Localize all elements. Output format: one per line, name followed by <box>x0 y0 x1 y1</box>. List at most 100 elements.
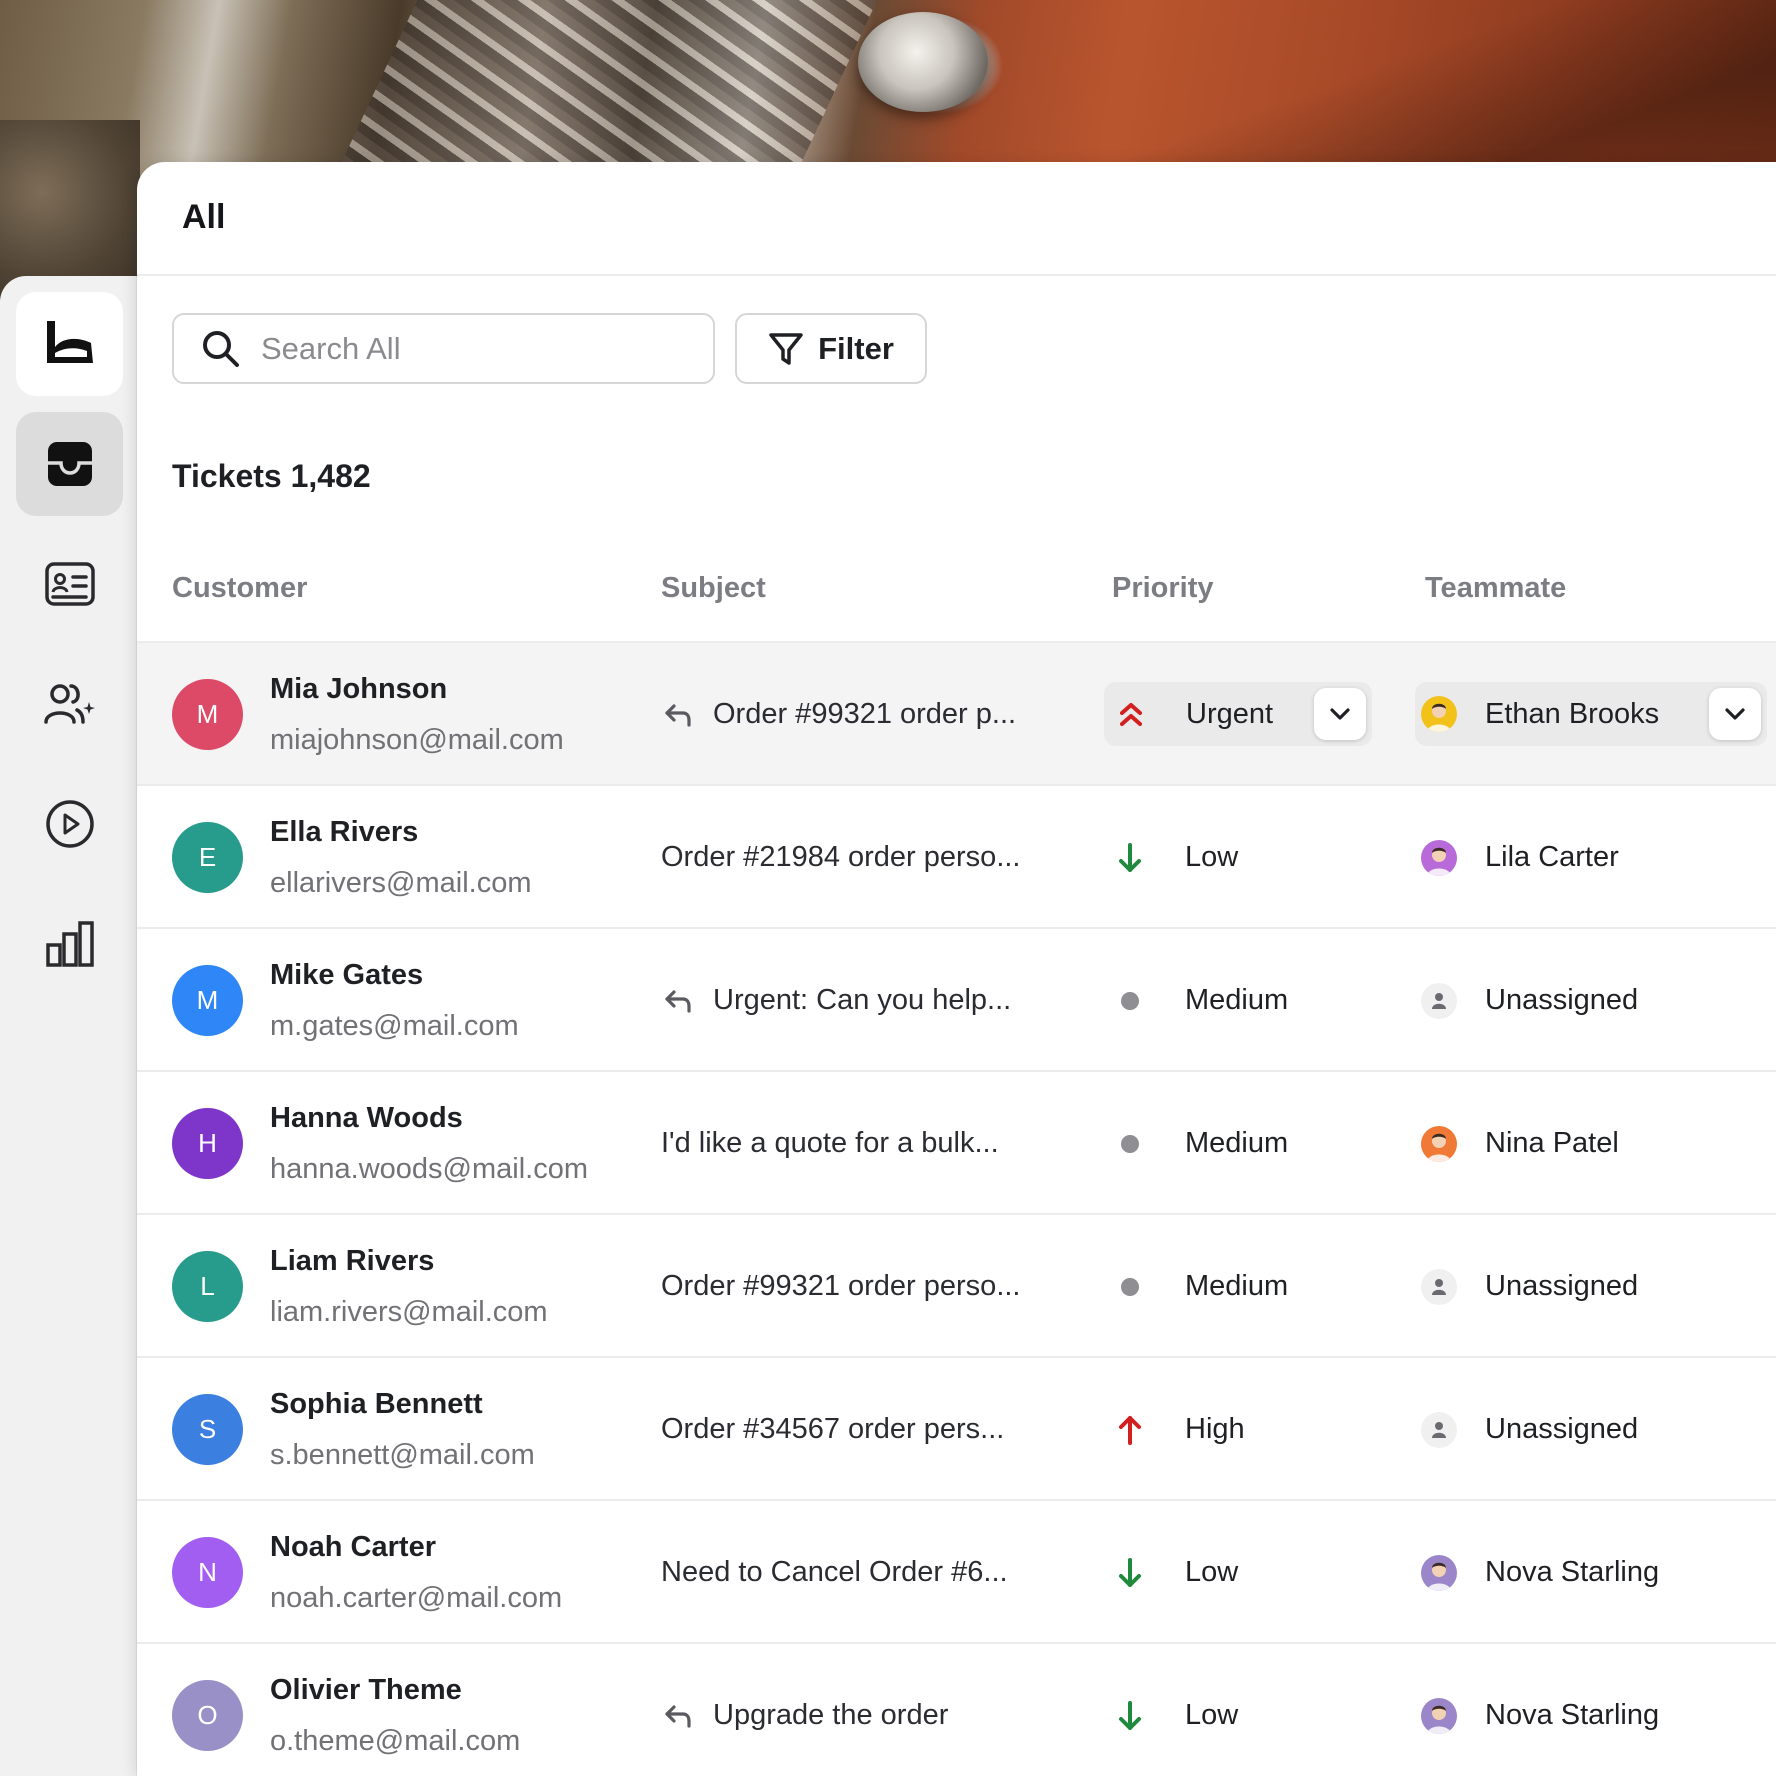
subject-cell[interactable]: Need to Cancel Order #6... <box>661 1501 1008 1644</box>
customer-initial: S <box>198 1414 217 1444</box>
customer-name[interactable]: Hanna Woods <box>270 1102 463 1135</box>
panel-header: All <box>137 162 1776 276</box>
teammate-name: Nina Patel <box>1485 1127 1619 1159</box>
filter-button[interactable]: Filter <box>735 313 927 384</box>
teammate-avatar <box>1421 1554 1457 1591</box>
column-header-teammate[interactable]: Teammate <box>1425 572 1566 605</box>
table-row[interactable]: L Liam Rivers liam.rivers@mail.com Order… <box>137 1215 1776 1358</box>
table-row[interactable]: O Olivier Theme o.theme@mail.com Upgrade… <box>137 1644 1776 1776</box>
chevron-down-icon <box>1330 708 1350 720</box>
teammate-cell: Nova Starling <box>1413 1501 1768 1644</box>
subject-text: Order #21984 order perso... <box>661 841 1021 873</box>
customer-email: ellarivers@mail.com <box>270 867 532 899</box>
subject-cell[interactable]: Upgrade the order <box>661 1644 948 1776</box>
brand-logo-button[interactable] <box>16 292 123 396</box>
customer-name[interactable]: Ella Rivers <box>270 816 418 849</box>
subject-cell[interactable]: I'd like a quote for a bulk... <box>661 1072 999 1215</box>
dot-icon <box>1113 1127 1147 1161</box>
customer-avatar: S <box>172 1394 243 1465</box>
customer-email: miajohnson@mail.com <box>270 724 564 756</box>
customer-avatar: M <box>172 679 243 750</box>
column-header-subject[interactable]: Subject <box>661 572 766 605</box>
subject-text: Upgrade the order <box>713 1699 949 1731</box>
teammate-name: Lila Carter <box>1485 841 1619 873</box>
customer-name[interactable]: Olivier Theme <box>270 1674 462 1707</box>
subject-text: Order #99321 order p... <box>713 698 1017 730</box>
teammate-cell: Unassigned <box>1413 1358 1768 1501</box>
teammate-cell[interactable]: Ethan Brooks <box>1415 682 1767 746</box>
table-row[interactable]: M Mike Gates m.gates@mail.com Urgent: Ca… <box>137 929 1776 1072</box>
subject-text: I'd like a quote for a bulk... <box>661 1127 999 1159</box>
table-row[interactable]: H Hanna Woods hanna.woods@mail.com I'd l… <box>137 1072 1776 1215</box>
search-input[interactable] <box>261 330 681 367</box>
ticket-list: M Mia Johnson miajohnson@mail.com Order … <box>137 643 1776 1776</box>
sidebar-item-team[interactable] <box>16 652 123 756</box>
table-row[interactable]: S Sophia Bennett s.bennett@mail.com Orde… <box>137 1358 1776 1501</box>
teammate-dropdown-button[interactable] <box>1709 688 1761 740</box>
teammate-name: Unassigned <box>1485 1270 1639 1302</box>
filter-label: Filter <box>818 330 894 366</box>
sidebar-item-inbox[interactable] <box>16 412 123 516</box>
photo-road-area <box>0 120 140 300</box>
customer-name[interactable]: Noah Carter <box>270 1531 436 1564</box>
subject-cell[interactable]: Order #34567 order pers... <box>661 1358 1004 1501</box>
table-row[interactable]: N Noah Carter noah.carter@mail.com Need … <box>137 1501 1776 1644</box>
bar-chart-icon <box>45 921 94 967</box>
arrow-down-icon <box>1113 1699 1147 1733</box>
customer-name[interactable]: Mike Gates <box>270 959 423 992</box>
dot-icon <box>1113 984 1147 1018</box>
priority-label: Low <box>1185 1699 1239 1731</box>
search-icon <box>203 330 239 367</box>
sidebar-item-reports[interactable] <box>16 892 123 996</box>
sidebar-item-play[interactable] <box>16 772 123 876</box>
sidebar-item-contacts[interactable] <box>16 532 123 636</box>
filter-icon <box>769 332 803 365</box>
priority-label: Medium <box>1185 984 1289 1016</box>
subject-text: Order #34567 order pers... <box>661 1413 1005 1445</box>
table-row[interactable]: E Ella Rivers ellarivers@mail.com Order … <box>137 786 1776 929</box>
subject-cell[interactable]: Order #99321 order p... <box>661 643 1016 786</box>
chevron-down-icon <box>1725 708 1745 720</box>
main-panel: All Filter Tickets 1,482 Customer Subjec… <box>137 162 1776 1776</box>
unassigned-user-icon <box>1421 1268 1457 1305</box>
subject-text: Need to Cancel Order #6... <box>661 1556 1008 1588</box>
search-box[interactable] <box>172 313 715 384</box>
customer-initial: L <box>200 1271 215 1301</box>
priority-dropdown-button[interactable] <box>1314 688 1366 740</box>
priority-label: Medium <box>1185 1127 1289 1159</box>
teammate-name: Ethan Brooks <box>1485 697 1660 730</box>
customer-email: liam.rivers@mail.com <box>270 1296 548 1328</box>
priority-cell: Medium <box>1103 1072 1373 1215</box>
priority-label: Medium <box>1185 1270 1289 1302</box>
priority-cell: Low <box>1103 1501 1373 1644</box>
priority-label: Low <box>1185 1556 1239 1588</box>
customer-name[interactable]: Liam Rivers <box>270 1245 434 1278</box>
customer-avatar: N <box>172 1537 243 1608</box>
subject-text: Order #99321 order perso... <box>661 1270 1021 1302</box>
teammate-name: Nova Starling <box>1485 1699 1660 1731</box>
teammate-cell: Nova Starling <box>1413 1644 1768 1776</box>
priority-label: Urgent <box>1186 697 1274 730</box>
subject-cell[interactable]: Urgent: Can you help... <box>661 929 1011 1072</box>
column-header-customer[interactable]: Customer <box>172 572 307 605</box>
sidebar <box>0 276 137 1776</box>
subject-cell[interactable]: Order #21984 order perso... <box>661 786 1020 929</box>
customer-initial: M <box>196 699 219 729</box>
teammate-avatar <box>1421 696 1457 732</box>
priority-cell: Low <box>1103 1644 1373 1776</box>
column-header-priority[interactable]: Priority <box>1112 572 1214 605</box>
table-row[interactable]: M Mia Johnson miajohnson@mail.com Order … <box>137 643 1776 786</box>
teammate-avatar <box>1421 1125 1457 1162</box>
customer-email: o.theme@mail.com <box>270 1725 521 1757</box>
priority-cell: High <box>1103 1358 1373 1501</box>
customer-email: s.bennett@mail.com <box>270 1439 535 1471</box>
unassigned-user-icon <box>1421 982 1457 1019</box>
customer-initial: N <box>198 1557 217 1587</box>
customer-avatar: L <box>172 1251 243 1322</box>
add-users-icon <box>43 684 95 724</box>
customer-name[interactable]: Mia Johnson <box>270 673 447 706</box>
subject-cell[interactable]: Order #99321 order perso... <box>661 1215 1020 1358</box>
priority-cell[interactable]: Urgent <box>1104 682 1372 746</box>
customer-name[interactable]: Sophia Bennett <box>270 1388 483 1421</box>
arrow-down-icon <box>1113 841 1147 875</box>
